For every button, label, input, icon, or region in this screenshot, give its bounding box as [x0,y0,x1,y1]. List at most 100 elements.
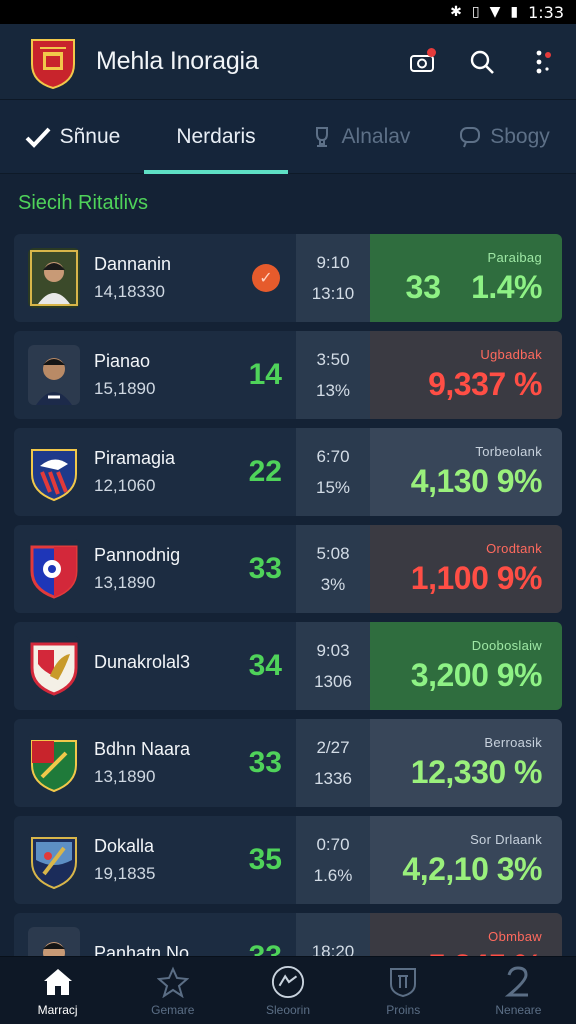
result-panel: Dooboslaiw 3,200 9% [370,622,562,710]
tab-label: Sñnue [59,124,121,148]
nav-item-more[interactable]: Neneare [461,957,576,1024]
tab-label: Nerdaris [176,124,256,148]
nav-label: Neneare [495,1002,542,1017]
result-value: 1.4% [471,269,542,305]
status-bar: ✱ ▯ ▼ ▮ 1:33 [0,0,576,24]
player-name: Pannodnig [94,545,181,565]
result-value: 3,200 9% [410,657,543,693]
stat-top: 9:10 [316,252,350,272]
player-score: 35 [248,843,282,876]
stat-top: 6:70 [316,446,350,466]
bluetooth-icon: ✱ [450,4,462,20]
notification-dot [427,47,436,57]
player-name: Dannanin [94,254,172,274]
team-crest-icon [28,636,80,696]
player-number: 15,1890 [94,379,156,398]
shield-icon [386,965,420,999]
star-icon [156,965,190,999]
player-score: 14 [248,358,282,391]
player-number: 13,1890 [94,573,156,592]
list-item[interactable]: Dunakrolal3 34 9:03 1306 Dooboslaiw 3,20… [14,622,562,710]
chat-icon [460,126,481,147]
result-value: 4,130 9% [410,463,543,499]
nav-label: Sleoorin [265,1002,311,1017]
player-score: 33 [248,746,282,779]
result-label: Berroasik [484,735,542,750]
result-panel: Orodtank 1,100 9% [370,525,562,613]
live-icon [271,965,305,999]
check-badge-icon: ✓ [252,264,280,292]
stat-bottom: 15% [315,477,351,497]
result-value: 4,2,10 3% [402,851,542,887]
wifi-icon: ▼ [489,4,501,20]
tab-1[interactable]: Sñnue [0,100,144,173]
team-crest-icon [28,830,80,890]
tab-3[interactable]: Alnalav [288,100,432,173]
nav-label: Gemare [151,1002,195,1017]
stat-bottom: 1306 [314,671,352,691]
list-item[interactable]: Bdhn Naara 13,1890 33 2/27 1336 Berroasi… [14,719,562,807]
stat-top: 5:08 [316,543,350,563]
list-item[interactable]: Dannanin 14,18330 ✓ 9:10 13:10 Paraibag … [14,234,562,322]
list-item[interactable]: Pianao 15,1890 14 3:50 13% Ugbadbak 9,33… [14,331,562,419]
team-crest-icon [28,539,80,599]
pencil-icon [25,127,51,148]
player-name: Bdhn Naara [94,739,191,759]
nav-item-profile[interactable]: Proins [346,957,461,1024]
player-number: 19,1835 [94,864,156,883]
nav-label: Proins [386,1002,421,1017]
list-item[interactable]: Piramagia 12,1060 22 6:70 15% Torbeolank… [14,428,562,516]
stat-bottom: 1336 [314,768,352,788]
stat-bottom: 3% [320,574,346,594]
stat-top: 0:70 [316,834,350,854]
player-avatar [28,248,80,308]
player-score: 22 [248,455,282,488]
stat-top: 9:03 [316,640,350,660]
tab-4[interactable]: Sbogy [432,100,576,173]
result-value: 9,337 % [428,366,542,402]
nav-item-live[interactable]: Sleoorin [230,957,345,1024]
team-crest-icon [28,442,80,502]
nav-item-games[interactable]: Gemare [115,957,230,1024]
result-label: Ugbadbak [480,347,542,362]
more-button[interactable] [526,46,558,78]
search-button[interactable] [466,46,498,78]
player-score: 33 [248,552,282,585]
section-title: Siecih Ritatlivs [18,192,149,214]
result-value: 12,330 % [410,754,543,790]
player-name: Dunakrolal3 [94,652,191,672]
result-panel: Paraibag 33 1.4% [370,234,562,322]
app-title: Mehla Inoragia [96,47,259,75]
player-name: Dokalla [94,836,155,856]
player-score: 34 [248,649,282,682]
nav-label: Marracj [37,1002,78,1017]
result-panel: Berroasik 12,330 % [370,719,562,807]
search-icon [470,50,494,74]
result-score: 33 [405,269,442,305]
bottom-nav: Marracj Gemare Sleoorin Proins Neneare [0,956,576,1024]
result-panel: Sor Drlaank 4,2,10 3% [370,816,562,904]
club-logo [31,38,75,89]
trophy-icon [315,126,328,147]
result-value: 1,100 9% [410,560,543,596]
player-number: 13,1890 [94,767,156,786]
result-panel: Torbeolank 4,130 9% [370,428,562,516]
camera-button[interactable] [406,46,438,78]
status-time: 1:33 [528,2,564,22]
battery-icon: ▮ [510,4,519,20]
stat-bottom: 1.6% [313,865,353,885]
list-item[interactable]: Pannodnig 13,1890 33 5:08 3% Orodtank 1,… [14,525,562,613]
result-label: Sor Drlaank [470,832,542,847]
player-avatar [28,345,80,405]
team-crest-icon [28,733,80,793]
tab-2[interactable]: Nerdaris [144,100,288,174]
result-label: Obmbaw [488,929,542,944]
app-bar: Mehla Inoragia [0,24,576,100]
result-panel: Ugbadbak 9,337 % [370,331,562,419]
tab-bar: Sñnue Nerdaris Alnalav Sbogy [0,100,576,174]
player-name: Pianao [94,351,151,371]
list-item[interactable]: Dokalla 19,1835 35 0:70 1.6% Sor Drlaank… [14,816,562,904]
nav-item-home[interactable]: Marracj [0,957,115,1024]
vibrate-icon: ▯ [471,4,480,20]
stat-bottom: 13% [315,380,351,400]
